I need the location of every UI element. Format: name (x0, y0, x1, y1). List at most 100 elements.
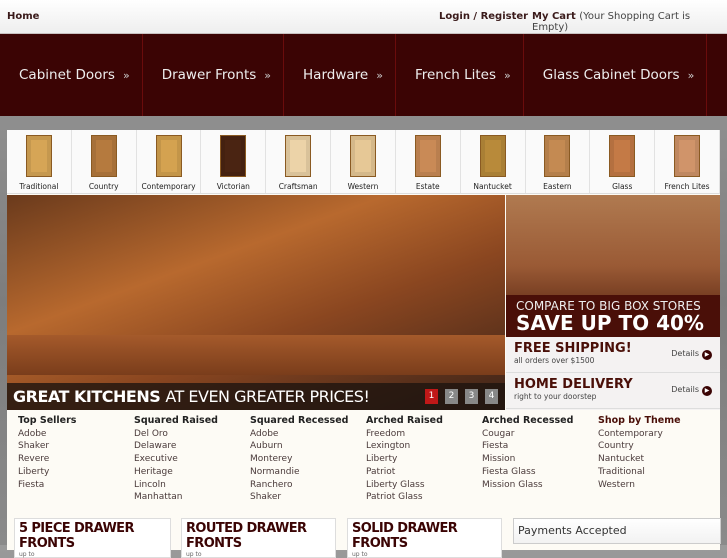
category-link[interactable]: Liberty Glass (366, 479, 443, 492)
category-link[interactable]: Liberty (18, 466, 76, 479)
box-title: SOLID DRAWER FRONTS (352, 521, 458, 551)
category-link[interactable]: Manhattan (134, 491, 218, 504)
category-link[interactable]: Heritage (134, 466, 218, 479)
category-link[interactable]: Lincoln (134, 479, 218, 492)
category-link[interactable]: Liberty (366, 453, 443, 466)
category-link[interactable]: Del Oro (134, 428, 218, 441)
category-link[interactable]: Shaker (18, 440, 76, 453)
category-link[interactable]: Normandie (250, 466, 348, 479)
nav-label: Glass Cabinet Doors (542, 67, 680, 83)
link-column: Top Sellers Adobe Shaker Revere Liberty Fiest… (18, 415, 76, 491)
details-link[interactable]: Details ▶ (671, 385, 712, 396)
cart-link[interactable]: My Cart (Your Shopping Cart is Empty) (532, 11, 727, 33)
link-column: Shop by Theme Contemporary Country Nantucke… (598, 415, 681, 491)
link-column: Squared Raised Del Oro Delaware Executive He… (134, 415, 218, 504)
category-link[interactable]: Fiesta (482, 440, 573, 453)
category-link[interactable]: Revere (18, 453, 76, 466)
pager-button[interactable]: 4 (485, 389, 498, 404)
door-style-item[interactable]: Estate (396, 130, 461, 193)
door-style-item[interactable]: Country (72, 130, 137, 193)
door-style-label: Victorian (216, 182, 250, 191)
category-link[interactable]: Monterey (250, 453, 348, 466)
nav-item[interactable]: Cabinet Doors » (0, 34, 143, 116)
door-style-item[interactable]: Nantucket (461, 130, 526, 193)
door-style-item[interactable]: Eastern (526, 130, 591, 193)
top-bar: Home Login / Register My Cart (Your Shop… (0, 0, 727, 34)
category-link[interactable]: Ranchero (250, 479, 348, 492)
link-column: Arched Raised Freedom Lexington Liberty Patr… (366, 415, 443, 504)
details-link[interactable]: Details ▶ (671, 349, 712, 360)
door-style-item[interactable]: Victorian (201, 130, 267, 193)
chevron-right-icon: » (264, 68, 272, 82)
category-link[interactable]: Lexington (366, 440, 443, 453)
category-link[interactable]: Fiesta (18, 479, 76, 492)
chevron-right-icon: » (376, 68, 383, 82)
caption-bold: GREAT KITCHENS (13, 387, 161, 406)
door-style-item[interactable]: Traditional (7, 130, 72, 193)
category-link[interactable]: Mission (482, 453, 573, 466)
column-title: Squared Raised (134, 415, 218, 426)
category-link[interactable]: Patriot (366, 466, 443, 479)
nav-item[interactable]: Drawer Fronts » (143, 34, 285, 116)
category-link[interactable]: Contemporary (598, 428, 681, 441)
door-style-item[interactable]: Contemporary (137, 130, 202, 193)
nav-item[interactable]: French Lites » (396, 34, 524, 116)
door-thumbnail (609, 135, 636, 177)
routed-box[interactable]: ROUTED DRAWER FRONTS up to (181, 518, 336, 558)
category-link[interactable]: Executive (134, 453, 218, 466)
play-arrow-icon: ▶ (702, 386, 712, 396)
box-sub: up to (19, 551, 35, 558)
column-title: Shop by Theme (598, 415, 681, 426)
door-thumbnail (285, 135, 312, 177)
category-link[interactable]: Adobe (18, 428, 76, 441)
category-link[interactable]: Traditional (598, 466, 681, 479)
caption-rest: AT EVEN GREATER PRICES! (165, 387, 370, 406)
payments-accepted: Payments Accepted (513, 518, 721, 544)
box-title: 5 PIECE DRAWER FRONTS (19, 521, 134, 551)
door-style-item[interactable]: French Lites (655, 130, 720, 193)
home-link[interactable]: Home (7, 11, 39, 22)
hero-banner[interactable]: GREAT KITCHENS AT EVEN GREATER PRICES! 1… (7, 195, 505, 410)
door-thumbnail (414, 135, 441, 177)
home-delivery: HOME DELIVERY right to your doorstep Deta… (506, 373, 720, 409)
login-register-link[interactable]: Login / Register (439, 11, 528, 22)
door-style-label: Contemporary (141, 182, 196, 191)
chevron-right-icon: » (687, 68, 695, 82)
door-style-label: Estate (415, 182, 440, 191)
door-style-item[interactable]: Glass (590, 130, 656, 193)
category-link[interactable]: Shaker (250, 491, 348, 504)
door-style-item[interactable]: Western (331, 130, 396, 193)
solid-box[interactable]: SOLID DRAWER FRONTS up to (347, 518, 502, 558)
door-style-label: Traditional (19, 182, 59, 191)
column-title: Arched Raised (366, 415, 443, 426)
pager-button[interactable]: 3 (465, 389, 478, 404)
nav-label: Hardware (303, 67, 369, 83)
nav-item[interactable]: Hardware » (284, 34, 396, 116)
door-thumbnail (220, 135, 247, 177)
play-arrow-icon: ▶ (702, 350, 712, 360)
cart-label: My Cart (532, 11, 576, 22)
pager-button[interactable]: 2 (445, 389, 458, 404)
door-style-item[interactable]: Craftsman (266, 130, 332, 193)
door-thumbnail (479, 135, 506, 177)
category-link[interactable]: Auburn (250, 440, 348, 453)
category-link[interactable]: Country (598, 440, 681, 453)
category-link[interactable]: Mission Glass (482, 479, 573, 492)
category-link[interactable]: Fiesta Glass (482, 466, 573, 479)
category-link[interactable]: Adobe (250, 428, 348, 441)
category-link[interactable]: Delaware (134, 440, 218, 453)
door-thumbnail (544, 135, 571, 177)
category-link[interactable]: Patriot Glass (366, 491, 443, 504)
hero-pager: 1234 (425, 389, 498, 404)
category-link[interactable]: Cougar (482, 428, 573, 441)
pager-button[interactable]: 1 (425, 389, 438, 404)
nav-item[interactable]: Glass Cabinet Doors » (524, 34, 708, 116)
category-link[interactable]: Western (598, 479, 681, 492)
five-piece-box[interactable]: 5 PIECE DRAWER FRONTS up to (14, 518, 171, 558)
column-title: Top Sellers (18, 415, 77, 426)
category-link[interactable]: Freedom (366, 428, 443, 441)
content: Traditional Country Contemporary Victorian C… (7, 130, 721, 558)
savings-promo[interactable]: COMPARE TO BIG BOX STORES SAVE UP TO 40% (506, 195, 720, 337)
category-link[interactable]: Nantucket (598, 453, 681, 466)
door-style-bar: Traditional Country Contemporary Victorian C… (7, 130, 720, 194)
